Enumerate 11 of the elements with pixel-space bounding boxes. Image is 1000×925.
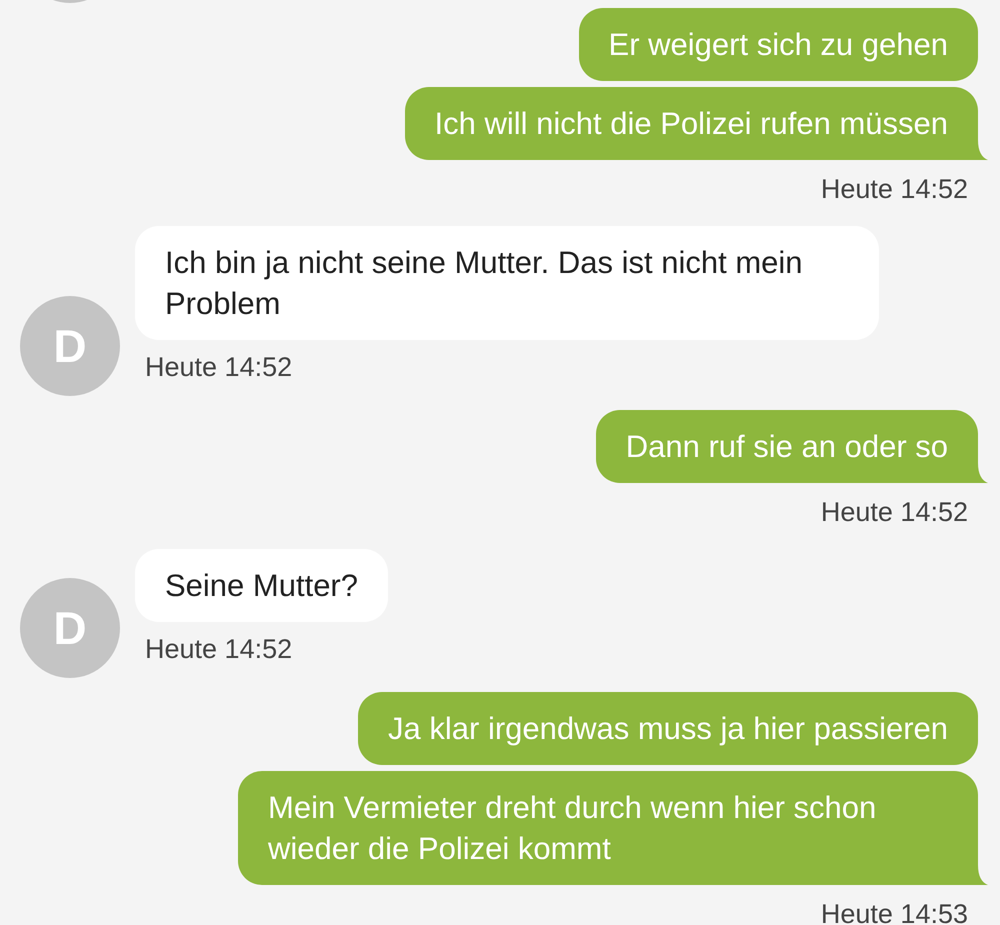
- received-message-bubble: Seine Mutter?: [135, 549, 388, 622]
- avatar[interactable]: D: [20, 578, 120, 678]
- timestamp: Heute 14:52: [145, 351, 292, 384]
- timestamp: Heute 14:52: [145, 633, 292, 666]
- sent-message-bubble: Ja klar irgendwas muss ja hier passieren: [358, 692, 978, 765]
- received-message-bubble: Ich bin ja nicht seine Mutter. Das ist nicht mein Problem: [135, 226, 879, 340]
- avatar[interactable]: D: [20, 296, 120, 396]
- timestamp: Heute 14:52: [820, 496, 968, 529]
- timestamp: Heute 14:52: [820, 173, 968, 206]
- timestamp: Heute 14:53: [820, 898, 968, 925]
- sent-message-bubble: Er weigert sich zu gehen: [578, 8, 978, 81]
